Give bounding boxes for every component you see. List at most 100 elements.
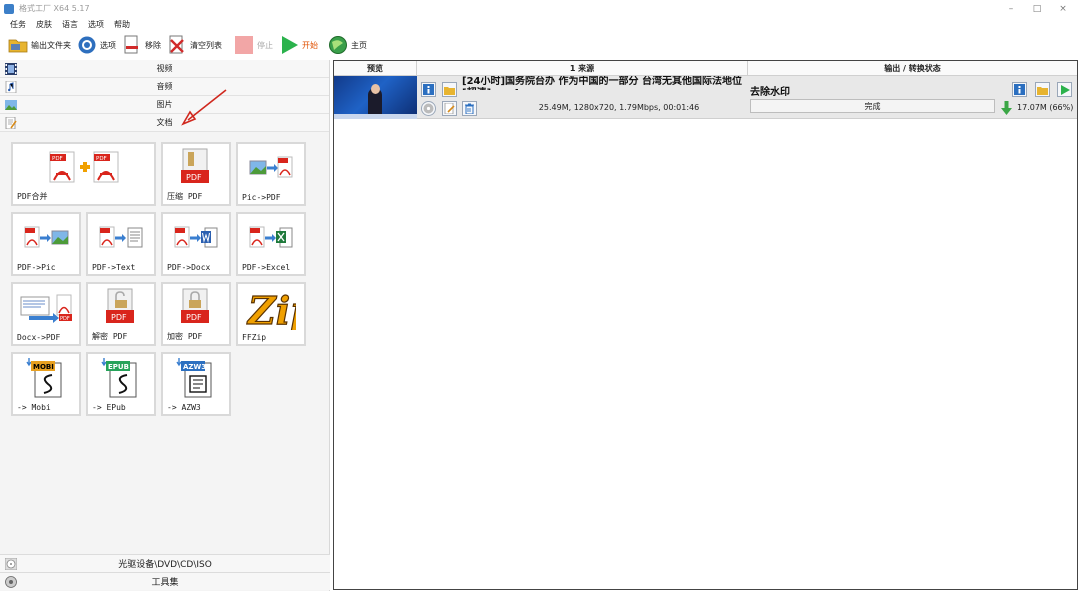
source-edit-button[interactable] bbox=[442, 101, 457, 116]
trash-icon bbox=[465, 103, 474, 114]
film-icon bbox=[5, 63, 17, 75]
toolbar: 输出文件夹 选项 移除 清空列表 停止 开始 主页 bbox=[0, 32, 1080, 58]
disc-settings-icon bbox=[423, 103, 434, 114]
annotation-arrow bbox=[181, 89, 227, 126]
category-optical-disc[interactable]: 光驱设备\DVD\CD\ISO bbox=[0, 554, 330, 572]
play-icon bbox=[1060, 84, 1070, 95]
window-title: 格式工厂 X64 5.17 bbox=[19, 4, 90, 13]
toolbox-icon bbox=[5, 576, 17, 588]
start-button[interactable]: 开始 bbox=[279, 33, 318, 57]
svg-text:EPUB: EPUB bbox=[108, 363, 129, 371]
epub-book-icon: EPUB bbox=[88, 358, 154, 398]
svg-text:PDF: PDF bbox=[52, 156, 63, 162]
disc-icon bbox=[4, 557, 18, 571]
tool-compress-pdf[interactable]: PDF 压缩 PDF bbox=[161, 142, 231, 206]
remove-document-icon bbox=[122, 35, 142, 55]
compress-pdf-icon: PDF bbox=[163, 148, 229, 188]
category-audio[interactable]: 音频 bbox=[0, 78, 329, 96]
category-image[interactable]: 图片 bbox=[0, 96, 329, 114]
header-output[interactable]: 输出 / 转换状态 bbox=[748, 61, 1077, 75]
folder-icon bbox=[8, 35, 28, 55]
output-task-title: 去除水印 bbox=[750, 87, 790, 98]
folder-icon bbox=[1037, 86, 1048, 95]
menu-task[interactable]: 任务 bbox=[0, 19, 31, 30]
mobi-book-icon: MOBI bbox=[13, 358, 79, 398]
svg-text:PDF: PDF bbox=[60, 316, 70, 322]
tool-ffzip[interactable]: Zip FFZip bbox=[236, 282, 306, 346]
menu-bar: 任务 皮肤 语言 选项 帮助 bbox=[0, 17, 1080, 31]
tool-pdf-to-text[interactable]: PDF->Text bbox=[86, 212, 156, 276]
tool-decrypt-pdf[interactable]: PDF 解密 PDF bbox=[86, 282, 156, 346]
source-delete-button[interactable] bbox=[462, 101, 477, 116]
docx-to-pdf-icon: PDF bbox=[13, 288, 79, 328]
folder-icon bbox=[444, 86, 455, 95]
stop-button[interactable]: 停止 bbox=[234, 33, 273, 57]
source-file-info: 25.49M, 1280x720, 1.79Mbps, 00:01:46 bbox=[538, 103, 700, 112]
left-panel: 视频 音频 图片 文档 PDF PDF PDF合并 PDF 压缩 PDF Pic… bbox=[0, 60, 330, 591]
tool-pdf-to-docx[interactable]: PDF->Docx bbox=[161, 212, 231, 276]
output-info-button[interactable] bbox=[1012, 82, 1027, 97]
picture-icon bbox=[5, 99, 17, 111]
category-document[interactable]: 文档 bbox=[0, 114, 329, 132]
music-icon bbox=[5, 80, 17, 94]
home-button[interactable]: 主页 bbox=[328, 33, 367, 57]
tool-pic-to-pdf[interactable]: Pic->PDF bbox=[236, 142, 306, 206]
clear-list-icon bbox=[167, 35, 187, 55]
document-icon bbox=[5, 116, 17, 130]
svg-text:Zip: Zip bbox=[246, 288, 296, 330]
tool-pdf-to-excel[interactable]: PDF->Excel bbox=[236, 212, 306, 276]
tool-encrypt-pdf[interactable]: PDF 加密 PDF bbox=[161, 282, 231, 346]
pic-to-pdf-icon bbox=[238, 148, 304, 188]
pdf-to-docx-icon bbox=[163, 218, 229, 258]
info-icon bbox=[423, 84, 434, 95]
ffzip-logo-icon: Zip bbox=[238, 287, 304, 330]
task-table-header: 预览 1 来源 输出 / 转换状态 bbox=[334, 61, 1077, 76]
tool-docx-to-pdf[interactable]: PDF Docx->PDF bbox=[11, 282, 81, 346]
edit-document-icon bbox=[444, 103, 455, 114]
source-info-button[interactable] bbox=[421, 82, 436, 97]
tool-pdf-merge[interactable]: PDF PDF PDF合并 bbox=[11, 142, 156, 206]
svg-text:AZW3: AZW3 bbox=[183, 363, 206, 371]
clear-list-button[interactable]: 清空列表 bbox=[167, 33, 222, 57]
header-source[interactable]: 1 来源 bbox=[417, 61, 748, 75]
tool-to-mobi[interactable]: MOBI -> Mobi bbox=[11, 352, 81, 416]
encrypt-pdf-icon: PDF bbox=[163, 288, 229, 328]
maximize-icon[interactable]: □ bbox=[1024, 4, 1050, 14]
output-file-size: 17.07M (66%) bbox=[1017, 103, 1074, 112]
decrypt-pdf-icon: PDF bbox=[88, 288, 154, 328]
menu-skin[interactable]: 皮肤 bbox=[31, 19, 57, 30]
tool-to-epub[interactable]: EPUB -> EPub bbox=[86, 352, 156, 416]
svg-text:PDF: PDF bbox=[186, 173, 202, 182]
source-file-name: [24小时]国务院台办 作为中国的一部分 台湾无其他国际法地位[超清].mp4 bbox=[462, 76, 743, 90]
minimize-icon[interactable]: – bbox=[998, 4, 1024, 14]
category-toolset[interactable]: 工具集 bbox=[0, 572, 330, 590]
svg-text:PDF: PDF bbox=[96, 156, 107, 162]
tool-to-azw3[interactable]: AZW3 -> AZW3 bbox=[161, 352, 231, 416]
source-settings-button[interactable] bbox=[421, 101, 436, 116]
output-folder-button[interactable] bbox=[1035, 82, 1050, 97]
close-icon[interactable]: × bbox=[1050, 4, 1076, 14]
output-folder-button[interactable]: 输出文件夹 bbox=[8, 33, 71, 57]
download-arrow-icon bbox=[1001, 101, 1012, 115]
options-button[interactable]: 选项 bbox=[77, 33, 116, 57]
options-gear-icon bbox=[77, 35, 97, 55]
title-bar: 格式工厂 X64 5.17 – □ × bbox=[0, 0, 1080, 17]
task-row[interactable]: [24小时]国务院台办 作为中国的一部分 台湾无其他国际法地位[超清].mp4 … bbox=[334, 76, 1077, 119]
svg-text:PDF: PDF bbox=[186, 313, 202, 322]
source-folder-button[interactable] bbox=[442, 82, 457, 97]
menu-options[interactable]: 选项 bbox=[83, 19, 109, 30]
window-controls: – □ × bbox=[998, 0, 1076, 17]
video-thumbnail bbox=[334, 76, 417, 119]
header-preview[interactable]: 预览 bbox=[334, 61, 417, 75]
conversion-status[interactable]: 完成 bbox=[750, 99, 995, 113]
play-icon bbox=[279, 35, 299, 55]
azw3-book-icon: AZW3 bbox=[163, 358, 229, 398]
svg-text:PDF: PDF bbox=[111, 313, 127, 322]
remove-button[interactable]: 移除 bbox=[122, 33, 161, 57]
category-video[interactable]: 视频 bbox=[0, 60, 329, 78]
info-icon bbox=[1014, 84, 1025, 95]
menu-language[interactable]: 语言 bbox=[57, 19, 83, 30]
output-play-button[interactable] bbox=[1057, 82, 1072, 97]
menu-help[interactable]: 帮助 bbox=[109, 19, 135, 30]
tool-pdf-to-pic[interactable]: PDF->Pic bbox=[11, 212, 81, 276]
